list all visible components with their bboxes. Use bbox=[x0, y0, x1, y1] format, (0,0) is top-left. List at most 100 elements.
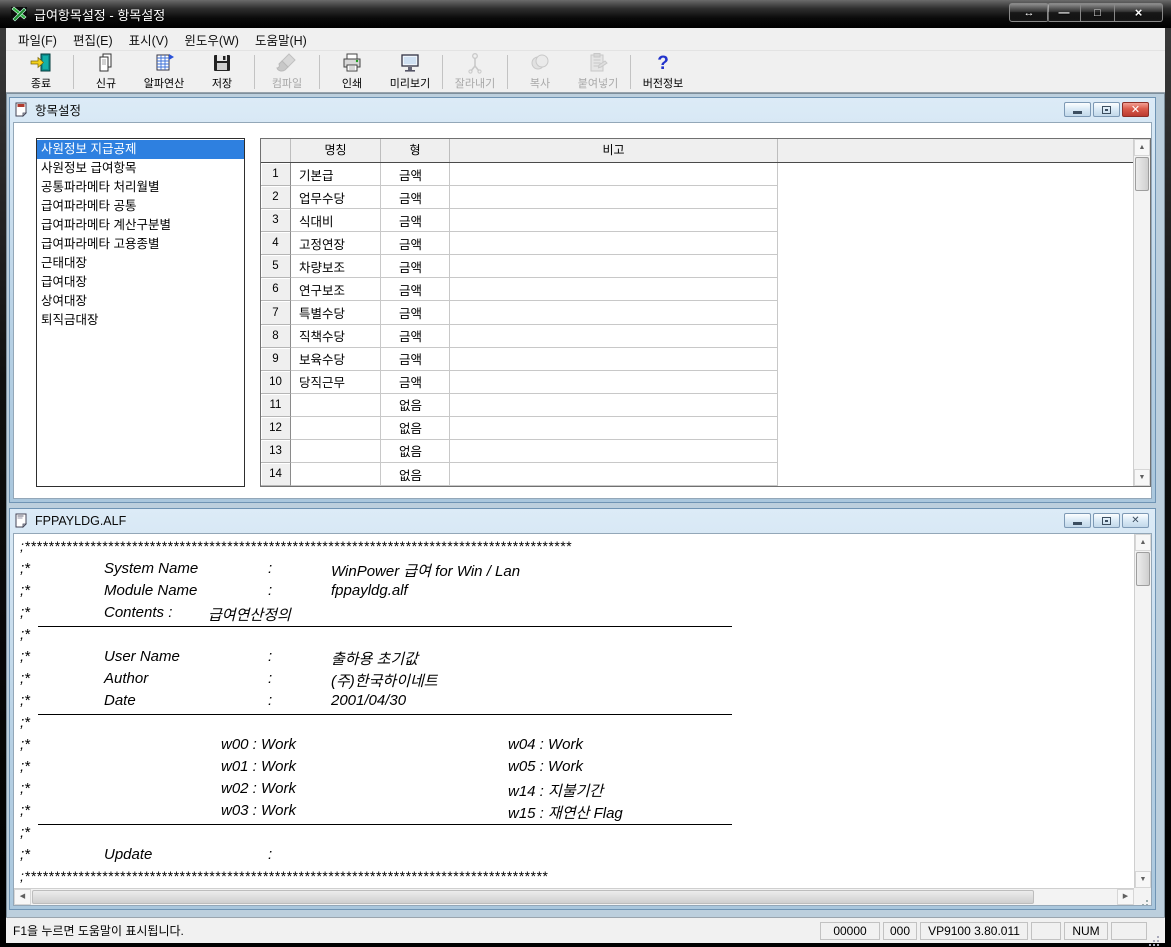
toolbar-button-new-doc[interactable]: 신규 bbox=[77, 52, 135, 92]
list-item[interactable]: 급여대장 bbox=[37, 273, 244, 292]
alf-text-pane[interactable]: ;***************************************… bbox=[16, 537, 1133, 887]
name-cell[interactable] bbox=[291, 417, 381, 440]
size-grip[interactable] bbox=[1134, 888, 1151, 905]
type-cell[interactable]: 없음 bbox=[381, 463, 450, 486]
document-icon bbox=[14, 102, 30, 117]
list-item[interactable]: 퇴직금대장 bbox=[37, 311, 244, 330]
note-cell[interactable] bbox=[450, 209, 778, 232]
toolbar-button-print[interactable]: 인쇄 bbox=[323, 52, 381, 92]
name-cell[interactable]: 식대비 bbox=[291, 209, 381, 232]
type-cell[interactable]: 금액 bbox=[381, 301, 450, 324]
name-cell[interactable]: 차량보조 bbox=[291, 255, 381, 278]
child-minimize-button[interactable] bbox=[1064, 102, 1091, 117]
list-item[interactable]: 공통파라메타 처리월별 bbox=[37, 178, 244, 197]
note-cell[interactable] bbox=[450, 255, 778, 278]
note-cell[interactable] bbox=[450, 417, 778, 440]
minimize-button[interactable]: — bbox=[1047, 3, 1081, 22]
note-cell[interactable] bbox=[450, 278, 778, 301]
menu-item-3[interactable]: 윈도우(W) bbox=[176, 27, 247, 52]
type-cell[interactable]: 금액 bbox=[381, 209, 450, 232]
type-cell[interactable]: 금액 bbox=[381, 232, 450, 255]
note-cell[interactable] bbox=[450, 232, 778, 255]
toolbar-button-preview[interactable]: 미리보기 bbox=[381, 52, 439, 92]
name-cell[interactable] bbox=[291, 463, 381, 486]
type-cell[interactable]: 없음 bbox=[381, 417, 450, 440]
category-listbox[interactable]: 사원정보 지급공제사원정보 급여항목공통파라메타 처리월별급여파라메타 공통급여… bbox=[36, 138, 245, 487]
child-restore-button[interactable] bbox=[1093, 513, 1120, 528]
name-cell[interactable]: 고정연장 bbox=[291, 232, 381, 255]
menu-item-4[interactable]: 도움말(H) bbox=[247, 27, 315, 52]
note-cell[interactable] bbox=[450, 301, 778, 324]
scroll-thumb[interactable] bbox=[1135, 157, 1149, 191]
name-cell[interactable]: 당직근무 bbox=[291, 371, 381, 394]
note-cell[interactable] bbox=[450, 440, 778, 463]
list-item[interactable]: 사원정보 지급공제 bbox=[37, 140, 244, 159]
name-cell[interactable] bbox=[291, 440, 381, 463]
type-cell[interactable]: 금액 bbox=[381, 255, 450, 278]
child-close-button[interactable]: ✕ bbox=[1122, 102, 1149, 117]
list-item[interactable]: 근태대장 bbox=[37, 254, 244, 273]
scroll-down-icon[interactable]: ▼ bbox=[1135, 871, 1151, 888]
name-cell[interactable]: 연구보조 bbox=[291, 278, 381, 301]
note-cell[interactable] bbox=[450, 371, 778, 394]
list-item[interactable]: 급여파라메타 고용종별 bbox=[37, 235, 244, 254]
type-cell[interactable]: 금액 bbox=[381, 371, 450, 394]
toolbar-button-exit[interactable]: 종료 bbox=[12, 52, 70, 92]
menu-item-2[interactable]: 표시(V) bbox=[121, 27, 177, 52]
toolbar-button-version[interactable]: ?버전정보 bbox=[634, 52, 692, 92]
note-cell[interactable] bbox=[450, 463, 778, 486]
alf-titlebar[interactable]: FPPAYLDG.ALF ✕ bbox=[10, 509, 1155, 532]
scroll-up-icon[interactable]: ▲ bbox=[1135, 534, 1151, 551]
alf-vertical-scrollbar[interactable]: ▲ ▼ bbox=[1134, 534, 1151, 888]
note-cell[interactable] bbox=[450, 348, 778, 371]
close-button[interactable]: × bbox=[1115, 3, 1163, 22]
type-cell[interactable]: 금액 bbox=[381, 163, 450, 186]
maximize-button[interactable]: □ bbox=[1081, 3, 1115, 22]
child-window-title: 항목설정 bbox=[35, 100, 81, 119]
note-cell[interactable] bbox=[450, 186, 778, 209]
note-cell[interactable] bbox=[450, 394, 778, 417]
name-cell[interactable]: 업무수당 bbox=[291, 186, 381, 209]
grid-vertical-scrollbar[interactable]: ▲ ▼ bbox=[1133, 139, 1150, 486]
list-item[interactable]: 상여대장 bbox=[37, 292, 244, 311]
scroll-down-icon[interactable]: ▼ bbox=[1134, 469, 1150, 486]
toolbar-button-save[interactable]: 저장 bbox=[193, 52, 251, 92]
scroll-up-icon[interactable]: ▲ bbox=[1134, 139, 1150, 156]
version-icon: ? bbox=[651, 52, 675, 74]
toolbar-button-label: 버전정보 bbox=[643, 75, 683, 91]
item-settings-titlebar[interactable]: 항목설정 ✕ bbox=[10, 98, 1155, 121]
list-item[interactable]: 사원정보 급여항목 bbox=[37, 159, 244, 178]
menu-item-0[interactable]: 파일(F) bbox=[10, 27, 65, 52]
scroll-thumb[interactable] bbox=[1136, 552, 1150, 586]
note-cell[interactable] bbox=[450, 325, 778, 348]
name-cell[interactable]: 특별수당 bbox=[291, 301, 381, 324]
type-cell[interactable]: 금액 bbox=[381, 348, 450, 371]
list-item[interactable]: 급여파라메타 계산구분별 bbox=[37, 216, 244, 235]
child-close-button[interactable]: ✕ bbox=[1122, 513, 1149, 528]
name-cell[interactable] bbox=[291, 394, 381, 417]
type-cell[interactable]: 없음 bbox=[381, 394, 450, 417]
scroll-right-icon[interactable]: ▶ bbox=[1117, 889, 1134, 905]
name-cell[interactable]: 기본급 bbox=[291, 163, 381, 186]
type-cell[interactable]: 금액 bbox=[381, 325, 450, 348]
grid-header-name: 명칭 bbox=[291, 139, 381, 162]
type-cell[interactable]: 없음 bbox=[381, 440, 450, 463]
type-cell[interactable]: 금액 bbox=[381, 186, 450, 209]
size-grip-icon[interactable] bbox=[1147, 926, 1159, 938]
list-item[interactable]: 급여파라메타 공통 bbox=[37, 197, 244, 216]
toolbar-button-alpha-calc[interactable]: 알파연산 bbox=[135, 52, 193, 92]
scroll-thumb[interactable] bbox=[32, 890, 1034, 904]
menu-item-1[interactable]: 편집(E) bbox=[65, 27, 121, 52]
close-icon: ✕ bbox=[1131, 515, 1139, 526]
child-minimize-button[interactable] bbox=[1064, 513, 1091, 528]
name-cell[interactable]: 직책수당 bbox=[291, 325, 381, 348]
table-row: 14없음 bbox=[261, 463, 1133, 486]
name-cell[interactable]: 보육수당 bbox=[291, 348, 381, 371]
note-cell[interactable] bbox=[450, 163, 778, 186]
type-cell[interactable]: 금액 bbox=[381, 278, 450, 301]
toolbar-separator bbox=[507, 55, 508, 89]
resize-arrows-button[interactable]: ↔ bbox=[1009, 3, 1049, 22]
alf-horizontal-scrollbar[interactable]: ◀ ▶ bbox=[14, 888, 1134, 905]
scroll-left-icon[interactable]: ◀ bbox=[14, 889, 31, 905]
child-restore-button[interactable] bbox=[1093, 102, 1120, 117]
